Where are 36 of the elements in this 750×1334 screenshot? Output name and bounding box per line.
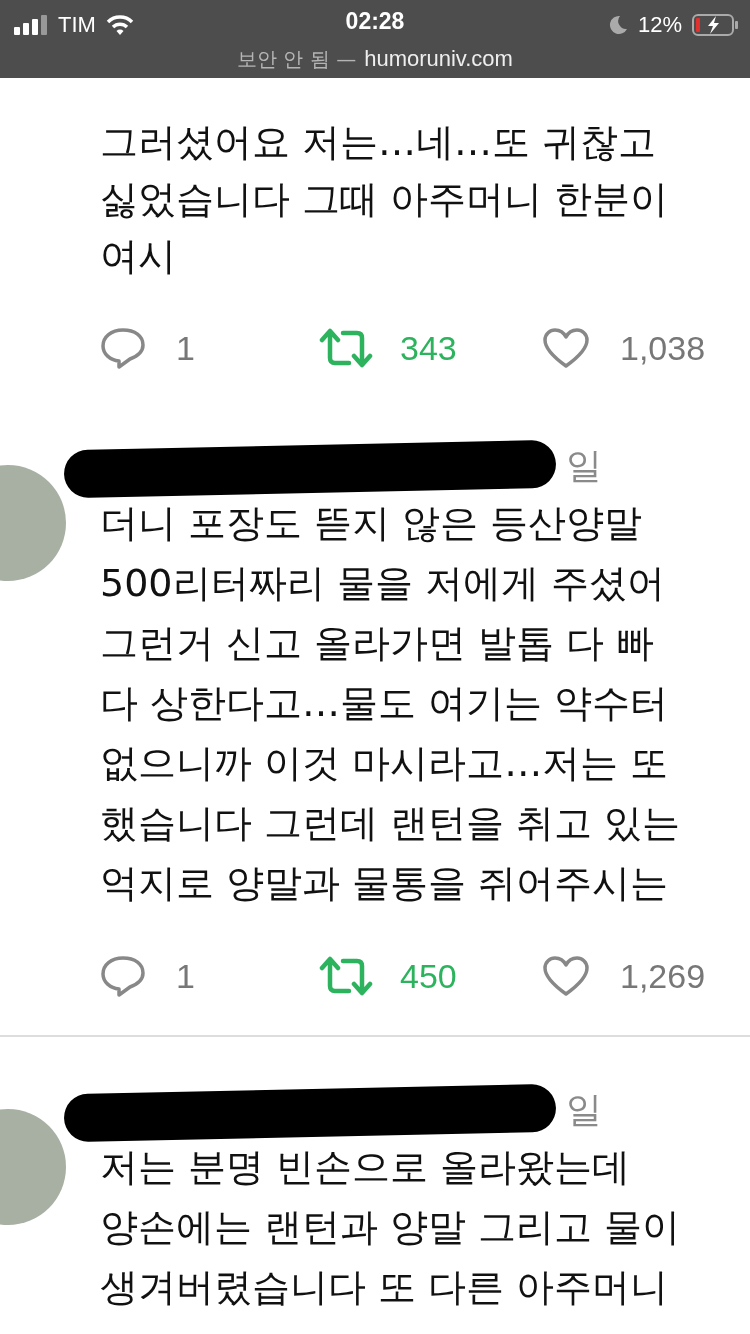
- reply-icon: [100, 955, 146, 997]
- wifi-icon: [105, 14, 134, 36]
- tweet-text-line: 저는 분명 빈손으로 올라왔는데: [100, 1144, 632, 1191]
- tweet-text-line: 양손에는 랜턴과 양말 그리고 물이: [100, 1204, 682, 1251]
- reply-icon: [100, 327, 146, 369]
- like-count: 1,269: [620, 956, 706, 996]
- tweet-text-line: 그런거 신고 올라가면 발톱 다 빠: [100, 620, 656, 667]
- like-count: 1,038: [620, 328, 706, 368]
- tweet-text-line: 싫었습니다 그때 아주머니 한분이: [100, 176, 670, 223]
- tweet-date: 일: [566, 1088, 602, 1132]
- retweet-count: 343: [400, 328, 457, 368]
- tweet-text-line: 없으니까 이것 마시라고…저는 또: [100, 740, 670, 787]
- retweet-icon: [318, 328, 374, 368]
- retweet-icon: [318, 956, 374, 996]
- tweet-text-line: 그러셨어요 저는…네…또 귀찮고: [100, 119, 658, 166]
- heart-icon: [542, 327, 590, 369]
- carrier-name: TIM: [58, 12, 96, 38]
- battery-percent: 12%: [637, 12, 682, 38]
- reply-count: 1: [176, 328, 195, 368]
- moon-icon: [607, 15, 628, 35]
- heart-icon: [542, 955, 590, 997]
- url-domain[interactable]: humoruniv.com: [364, 46, 513, 73]
- tweet-text-line: 했습니다 그런데 랜턴을 취고 있는: [100, 800, 682, 847]
- reply-count: 1: [176, 956, 195, 996]
- tweet-text-line: 다 상한다고…물도 여기는 약수터: [100, 680, 670, 727]
- signal-icon: [14, 15, 48, 35]
- tweet-text-line: 억지로 양말과 물통을 쥐어주시는: [100, 860, 670, 907]
- retweet-count: 450: [400, 956, 457, 996]
- battery-charging-icon: [692, 14, 738, 36]
- clock-time: 02:28: [345, 8, 405, 35]
- tweet-text-line: 여시: [100, 233, 177, 280]
- tweet-text-line: 500리터짜리 물을 저에게 주셨어: [100, 560, 666, 607]
- tweet-date: 일: [566, 444, 602, 488]
- tweet-text-line: 더니 포장도 뜯지 않은 등산양말: [100, 500, 644, 547]
- security-warning: 보안 안 됨 —: [237, 46, 357, 73]
- tweet-text-line: 생겨버렸습니다 또 다른 아주머니: [100, 1264, 670, 1311]
